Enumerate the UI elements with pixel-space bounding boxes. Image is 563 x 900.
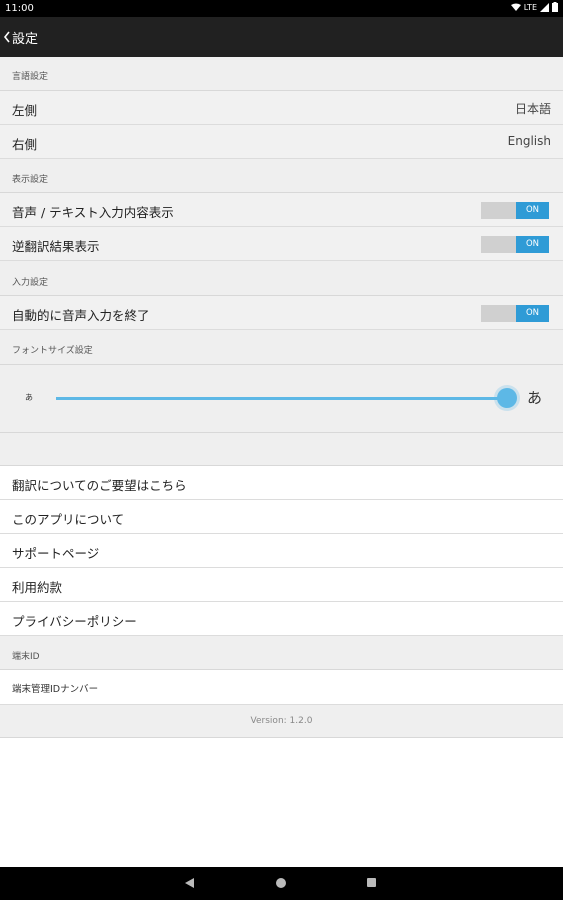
status-icons: LTE bbox=[510, 2, 558, 12]
menu-item-label: プライバシーポリシー bbox=[12, 614, 137, 629]
font-size-small-label: あ bbox=[25, 393, 33, 402]
font-size-slider-row: あ あ bbox=[0, 365, 563, 433]
menu-item-label: 翻訳についてのご要望はこちら bbox=[12, 478, 187, 493]
network-type: LTE bbox=[523, 2, 537, 12]
menu-item-label: このアプリについて bbox=[12, 512, 125, 527]
back-chevron-icon[interactable] bbox=[2, 30, 12, 44]
page-title: 設定 bbox=[12, 32, 39, 47]
menu-item-label: 利用約款 bbox=[12, 580, 63, 595]
font-size-slider-track[interactable] bbox=[56, 397, 507, 400]
menu-item-terms[interactable]: 利用約款 bbox=[0, 568, 563, 602]
nav-recents-icon[interactable] bbox=[367, 878, 376, 887]
left-language-label: 左側 bbox=[12, 103, 38, 118]
section-font-size-label: フォントサイズ設定 bbox=[12, 346, 93, 356]
section-display: 表示設定 bbox=[0, 159, 563, 193]
toggle-on-state: ON bbox=[516, 202, 549, 219]
voice-text-display-label: 音声 / テキスト入力内容表示 bbox=[12, 205, 174, 220]
section-input: 入力設定 bbox=[0, 261, 563, 296]
font-size-large-label: あ bbox=[527, 389, 543, 407]
menu-item-label: サポートページ bbox=[12, 546, 100, 561]
signal-icon bbox=[540, 2, 549, 12]
navigation-bar bbox=[0, 867, 563, 900]
section-language: 言語設定 bbox=[0, 57, 563, 91]
status-time: 11:00 bbox=[5, 3, 34, 14]
version-text: Version: 1.2.0 bbox=[250, 716, 313, 726]
section-language-label: 言語設定 bbox=[12, 72, 49, 82]
menu-item-translation-request[interactable]: 翻訳についてのご要望はこちら bbox=[0, 466, 563, 500]
menu-item-about-app[interactable]: このアプリについて bbox=[0, 500, 563, 534]
section-spacer bbox=[0, 433, 563, 466]
version-bar: Version: 1.2.0 bbox=[0, 705, 563, 738]
nav-back-icon[interactable] bbox=[185, 878, 194, 888]
wifi-icon bbox=[510, 3, 521, 11]
settings-list[interactable]: 言語設定 左側 日本語 右側 English 表示設定 音声 / テキスト入力内… bbox=[0, 57, 563, 867]
row-left-language[interactable]: 左側 日本語 bbox=[0, 91, 563, 125]
menu-item-privacy-policy[interactable]: プライバシーポリシー bbox=[0, 602, 563, 636]
section-font-size: フォントサイズ設定 bbox=[0, 330, 563, 365]
toggle-on-state: ON bbox=[516, 236, 549, 253]
back-translation-display-label: 逆翻訳結果表示 bbox=[12, 239, 100, 254]
battery-icon bbox=[552, 2, 558, 12]
back-translation-display-toggle[interactable]: ON bbox=[481, 236, 549, 253]
auto-end-voice-input-label: 自動的に音声入力を終了 bbox=[12, 308, 150, 323]
section-display-label: 表示設定 bbox=[12, 175, 49, 185]
status-bar: 11:00 LTE bbox=[0, 0, 563, 17]
right-language-value: English bbox=[507, 134, 551, 148]
nav-home-icon[interactable] bbox=[276, 878, 286, 888]
section-device-id: 端末ID bbox=[0, 636, 563, 670]
row-device-id[interactable]: 端末管理IDナンバー bbox=[0, 670, 563, 705]
auto-end-voice-input-toggle[interactable]: ON bbox=[481, 305, 549, 322]
toggle-on-state: ON bbox=[516, 305, 549, 322]
row-back-translation-display[interactable]: 逆翻訳結果表示 ON bbox=[0, 227, 563, 261]
right-language-label: 右側 bbox=[12, 137, 38, 152]
row-auto-end-voice-input[interactable]: 自動的に音声入力を終了 ON bbox=[0, 296, 563, 330]
voice-text-display-toggle[interactable]: ON bbox=[481, 202, 549, 219]
app-bar: 設定 bbox=[0, 17, 563, 57]
device-id-label: 端末管理IDナンバー bbox=[12, 684, 99, 695]
font-size-slider-thumb[interactable] bbox=[497, 388, 517, 408]
section-device-id-label: 端末ID bbox=[12, 652, 40, 662]
row-right-language[interactable]: 右側 English bbox=[0, 125, 563, 159]
row-voice-text-display[interactable]: 音声 / テキスト入力内容表示 ON bbox=[0, 193, 563, 227]
section-input-label: 入力設定 bbox=[12, 278, 49, 288]
left-language-value: 日本語 bbox=[514, 102, 551, 116]
menu-item-support-page[interactable]: サポートページ bbox=[0, 534, 563, 568]
